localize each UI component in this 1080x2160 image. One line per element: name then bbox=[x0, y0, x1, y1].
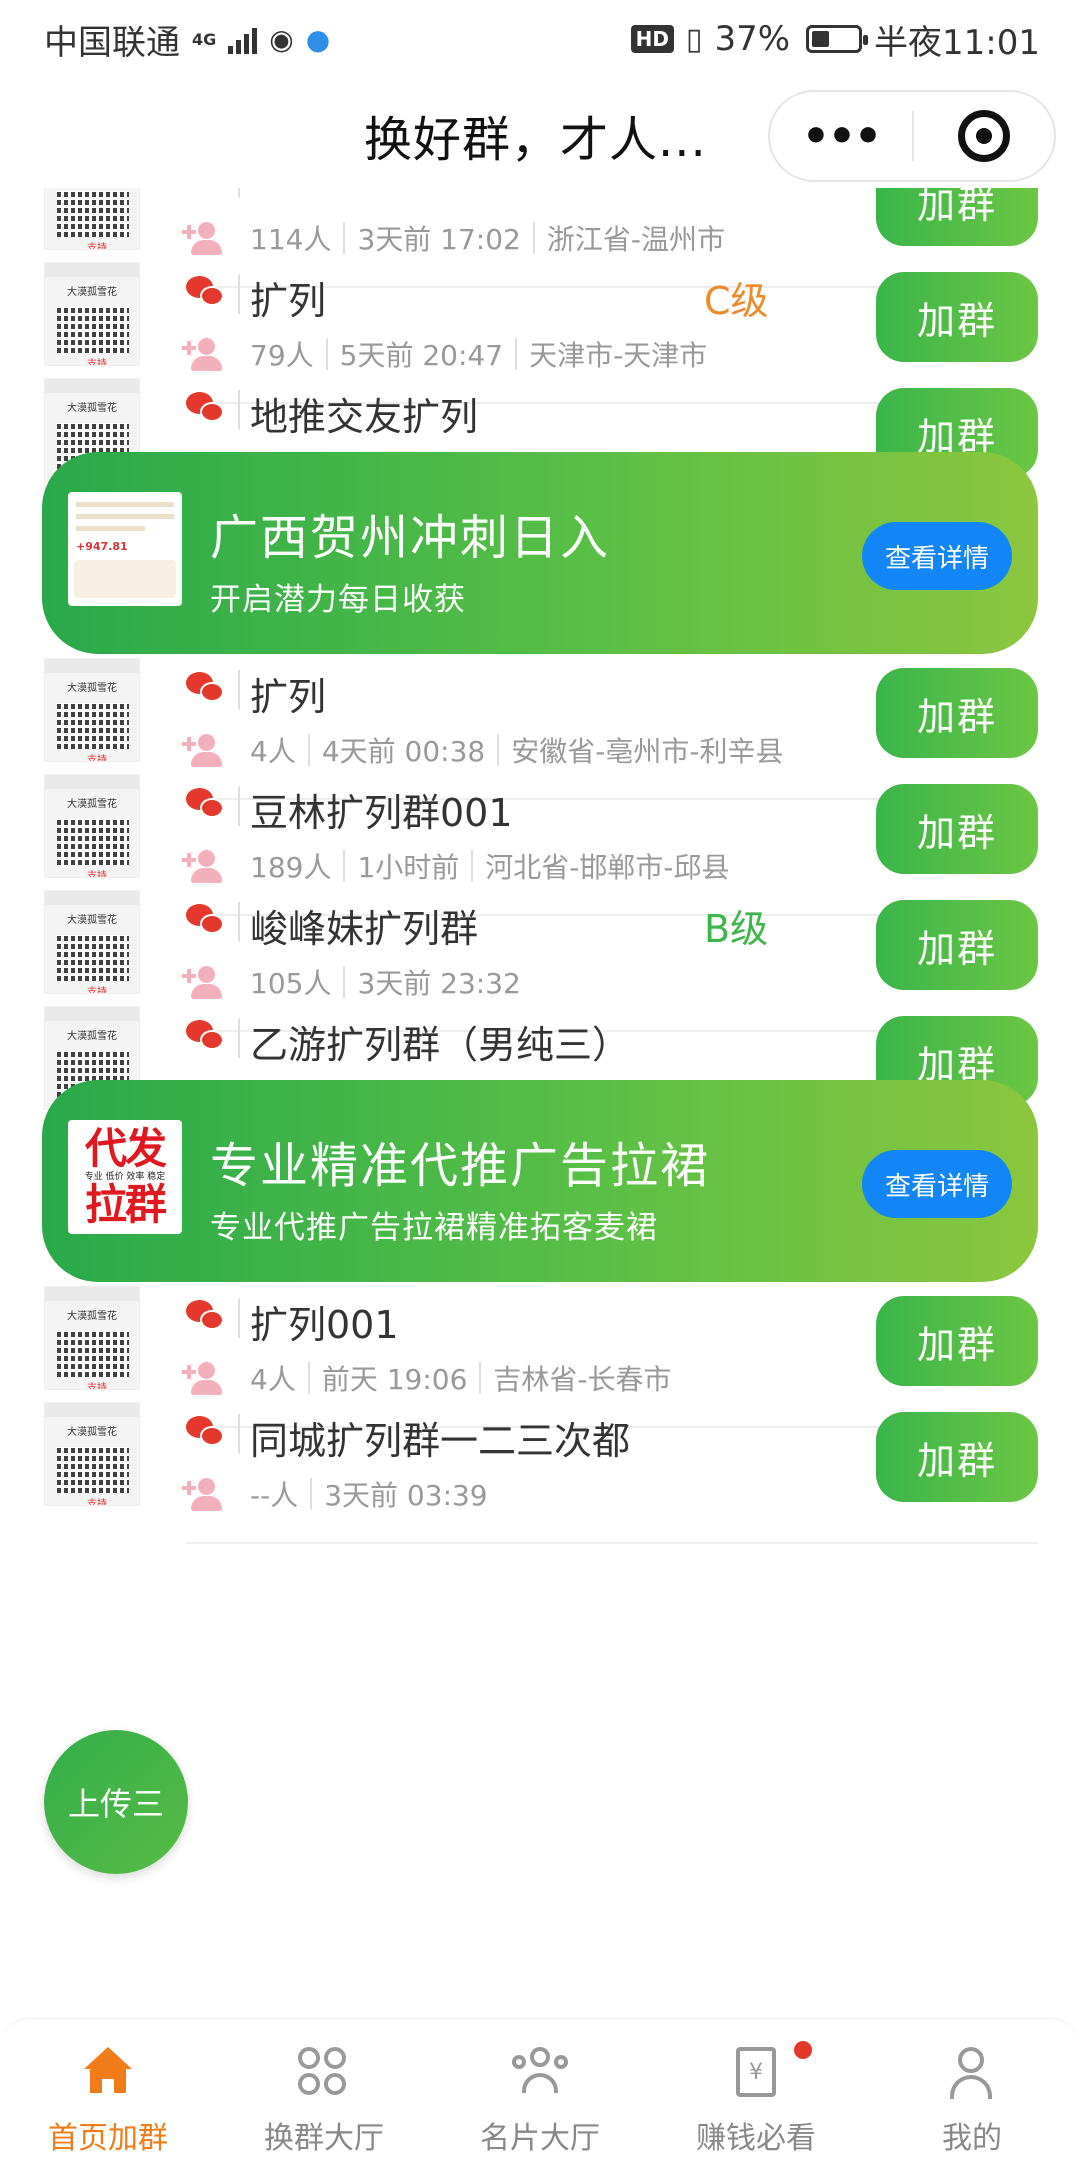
thumbnail-stamp: 支持 bbox=[87, 1499, 107, 1506]
group-qr-thumbnail[interactable]: 大漠孤雪花支持 bbox=[44, 1286, 140, 1390]
tab-label: 首页加群 bbox=[48, 2121, 168, 2156]
wechat-icon bbox=[186, 1018, 226, 1050]
tab-label: 我的 bbox=[942, 2121, 1002, 2156]
signal-icon bbox=[228, 24, 258, 54]
wechat-icon bbox=[186, 390, 226, 422]
wechat-icon bbox=[186, 188, 226, 190]
group-name: 地推交友扩列 bbox=[250, 395, 479, 439]
user-icon bbox=[944, 2045, 1000, 2101]
tab-group-exchange[interactable]: 换群大厅 bbox=[216, 2019, 432, 2160]
group-grid-icon bbox=[296, 2045, 352, 2101]
join-group-button[interactable]: 加群 bbox=[876, 188, 1038, 246]
people-icon bbox=[512, 2045, 568, 2101]
group-level-badge: C级 bbox=[704, 279, 769, 323]
group-level-badge: B级 bbox=[704, 907, 769, 951]
banner-subtitle: 开启潜力每日收获 bbox=[210, 582, 466, 618]
status-bar: 中国联通 4G ◉ ● HD ▯ 37% 半夜11:01 bbox=[0, 0, 1080, 78]
join-group-button[interactable]: 加群 bbox=[876, 1412, 1038, 1502]
thumbnail-caption: 大漠孤雪花 bbox=[67, 1031, 117, 1042]
target-close-icon bbox=[958, 110, 1010, 162]
banner-image: +947.81 bbox=[68, 492, 182, 606]
thumbnail-caption: 大漠孤雪花 bbox=[67, 1427, 117, 1438]
clock: 半夜11:01 bbox=[874, 22, 1040, 63]
battery-percent: 37% bbox=[714, 19, 791, 59]
banner-image-text: 代发 bbox=[84, 1124, 167, 1173]
group-name: 同城扩列群一二三次都 bbox=[250, 1419, 631, 1463]
group-name: 扩列 bbox=[250, 279, 327, 323]
member-count: --人 bbox=[250, 1479, 299, 1512]
tab-label: 换群大厅 bbox=[264, 2121, 384, 2156]
group-name: 扩列 bbox=[250, 675, 327, 719]
view-details-button[interactable]: 查看详情 bbox=[862, 1150, 1012, 1218]
banner-image-text: 拉群 bbox=[84, 1180, 167, 1229]
group-name: 乙游扩列群（男纯三） bbox=[250, 1023, 631, 1067]
hd-icon: HD bbox=[630, 25, 674, 53]
wechat-icon bbox=[186, 274, 226, 306]
upload-float-button[interactable]: 上传三 bbox=[44, 1730, 188, 1874]
group-qr-thumbnail[interactable]: 大漠孤雪花支持 bbox=[44, 262, 140, 366]
more-menu-button[interactable]: ••• bbox=[770, 111, 912, 162]
wechat-icon bbox=[186, 786, 226, 818]
mini-program-capsule: ••• bbox=[768, 90, 1056, 182]
group-name: 峻峰妹扩列群 bbox=[250, 907, 479, 951]
home-icon bbox=[80, 2045, 136, 2101]
group-qr-thumbnail[interactable]: 大漠孤雪花支持 bbox=[44, 774, 140, 878]
tab-mine[interactable]: 我的 bbox=[864, 2019, 1080, 2160]
tab-earn-money[interactable]: ¥ 赚钱必看 bbox=[648, 2019, 864, 2160]
wechat-icon bbox=[186, 902, 226, 934]
browser-status-icon: ● bbox=[305, 22, 331, 56]
tab-label: 赚钱必看 bbox=[696, 2121, 816, 2156]
wechat-icon bbox=[186, 1414, 226, 1446]
ad-banner[interactable]: +947.81 广西贺州冲刺日入开启潜力每日收获 查看详情 bbox=[42, 452, 1038, 654]
join-group-button[interactable]: 加群 bbox=[876, 900, 1038, 990]
carrier-label: 中国联通 bbox=[44, 22, 180, 63]
group-qr-thumbnail[interactable]: 大漠孤雪花支持 bbox=[44, 1402, 140, 1506]
tab-home[interactable]: 首页加群 bbox=[0, 2019, 216, 2160]
group-qr-thumbnail[interactable]: 大漠孤雪花支持 bbox=[44, 658, 140, 762]
banner-image-amount: +947.81 bbox=[76, 540, 128, 553]
join-group-button[interactable]: 加群 bbox=[876, 272, 1038, 362]
thumbnail-caption: 大漠孤雪花 bbox=[67, 915, 117, 926]
join-group-button[interactable]: 加群 bbox=[876, 784, 1038, 874]
group-qr-thumbnail[interactable]: 大漠孤雪花支持 bbox=[44, 890, 140, 994]
group-qr-thumbnail[interactable]: 大漠孤雪花支持 bbox=[44, 188, 140, 250]
network-label: 4G bbox=[192, 29, 217, 49]
banner-subtitle: 专业代推广告拉裙精准拓客麦裙 bbox=[210, 1210, 658, 1246]
thumbnail-caption: 大漠孤雪花 bbox=[67, 403, 117, 414]
join-group-button[interactable]: 加群 bbox=[876, 1296, 1038, 1386]
post-time: 3天前 03:39 bbox=[324, 1479, 488, 1512]
ad-banner[interactable]: 代发 专业 低价 效率 稳定 拉群 专业精准代推广告拉裙专业代推广告拉裙精准拓客麦裙 查… bbox=[42, 1080, 1038, 1282]
thumbnail-caption: 大漠孤雪花 bbox=[67, 287, 117, 298]
notification-dot bbox=[794, 2041, 812, 2059]
thumbnail-caption: 大漠孤雪花 bbox=[67, 799, 117, 810]
money-icon: ¥ bbox=[728, 2041, 812, 2101]
view-details-button[interactable]: 查看详情 bbox=[862, 522, 1012, 590]
row-divider bbox=[186, 1542, 1038, 1544]
group-name: 扩列001 bbox=[250, 1303, 399, 1347]
banner-image: 代发 专业 低价 效率 稳定 拉群 bbox=[68, 1120, 182, 1234]
thumbnail-caption: 大漠孤雪花 bbox=[67, 1311, 117, 1322]
group-row[interactable]: 大漠孤雪花支持 同城扩列群一二三次都 --人 3天前 03:39 加群 bbox=[0, 1384, 1080, 1544]
join-group-button[interactable]: 加群 bbox=[876, 668, 1038, 758]
group-name: 豆林扩列群001 bbox=[250, 791, 513, 835]
thumbnail-caption: 大漠孤雪花 bbox=[67, 683, 117, 694]
group-meta: --人 3天前 03:39 bbox=[250, 1474, 488, 1514]
tab-card-hall[interactable]: 名片大厅 bbox=[432, 2019, 648, 2160]
battery-icon bbox=[806, 25, 869, 53]
vibrate-icon: ▯ bbox=[685, 21, 703, 57]
close-program-button[interactable] bbox=[914, 110, 1054, 162]
tab-bar: 首页加群 换群大厅 名片大厅 ¥ 赚钱必看 我的 bbox=[0, 2018, 1080, 2160]
group-list[interactable]: 大漠孤雪花支持114人3天前 17:02浙江省-温州市加群大漠孤雪花支持扩列C级… bbox=[0, 188, 1080, 2018]
banner-title: 广西贺州冲刺日入 bbox=[210, 510, 611, 566]
page-title: 换好群，才人... bbox=[364, 112, 707, 168]
add-person-icon bbox=[182, 1478, 226, 1512]
wechat-icon bbox=[186, 670, 226, 702]
banner-title: 专业精准代推广告拉裙 bbox=[210, 1138, 711, 1194]
tab-label: 名片大厅 bbox=[480, 2121, 600, 2156]
wechat-status-icon: ◉ bbox=[269, 22, 294, 56]
wechat-icon bbox=[186, 1298, 226, 1330]
